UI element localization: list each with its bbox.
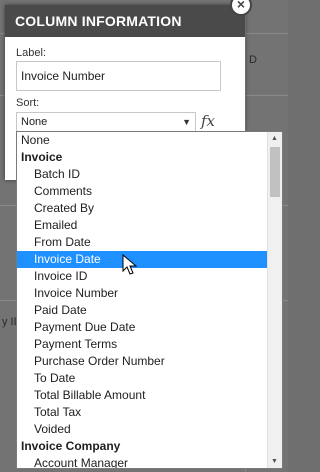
sort-select-value: None: [21, 116, 48, 128]
dropdown-option[interactable]: Batch ID: [17, 166, 267, 183]
dropdown-option[interactable]: To Date: [17, 370, 267, 387]
dropdown-option[interactable]: From Date: [17, 234, 267, 251]
label-input[interactable]: Invoice Number: [16, 61, 221, 91]
dropdown-option[interactable]: Voided: [17, 421, 267, 438]
scroll-up-arrow-icon[interactable]: ▲: [271, 135, 278, 142]
dropdown-option[interactable]: Invoice Number: [17, 285, 267, 302]
chevron-down-icon: ▼: [182, 117, 191, 127]
dialog-title: COLUMN INFORMATION: [5, 5, 245, 37]
bg-column-header: D: [249, 54, 257, 66]
scroll-down-arrow-icon[interactable]: ▼: [271, 458, 278, 465]
dropdown-option[interactable]: Created By: [17, 200, 267, 217]
sort-select[interactable]: None ▼: [16, 112, 196, 132]
dropdown-option[interactable]: Total Billable Amount: [17, 387, 267, 404]
sort-caption: Sort:: [16, 97, 40, 109]
dropdown-option[interactable]: Payment Terms: [17, 336, 267, 353]
sort-dropdown-list[interactable]: None Invoice Batch ID Comments Created By Ema…: [16, 131, 283, 469]
dropdown-option[interactable]: Invoice ID: [17, 268, 267, 285]
dropdown-option[interactable]: None: [17, 132, 267, 149]
scrollbar-thumb[interactable]: [270, 147, 280, 197]
dropdown-option[interactable]: Total Tax: [17, 404, 267, 421]
dropdown-option[interactable]: Comments: [17, 183, 267, 200]
dropdown-option[interactable]: Payment Due Date: [17, 319, 267, 336]
label-caption: Label:: [16, 47, 46, 59]
dropdown-option[interactable]: Invoice Date: [17, 251, 267, 268]
dropdown-scrollbar[interactable]: ▲ ▼: [267, 132, 282, 468]
dropdown-option[interactable]: Purchase Order Number: [17, 353, 267, 370]
fx-icon[interactable]: fx: [201, 112, 215, 130]
dropdown-group-header: Invoice Company: [21, 439, 121, 453]
dropdown-group-header: Invoice: [21, 150, 63, 164]
dropdown-option[interactable]: Emailed: [17, 217, 267, 234]
dropdown-option[interactable]: Paid Date: [17, 302, 267, 319]
dropdown-option[interactable]: Account Manager: [17, 455, 267, 468]
mouse-pointer-icon: [122, 254, 138, 275]
